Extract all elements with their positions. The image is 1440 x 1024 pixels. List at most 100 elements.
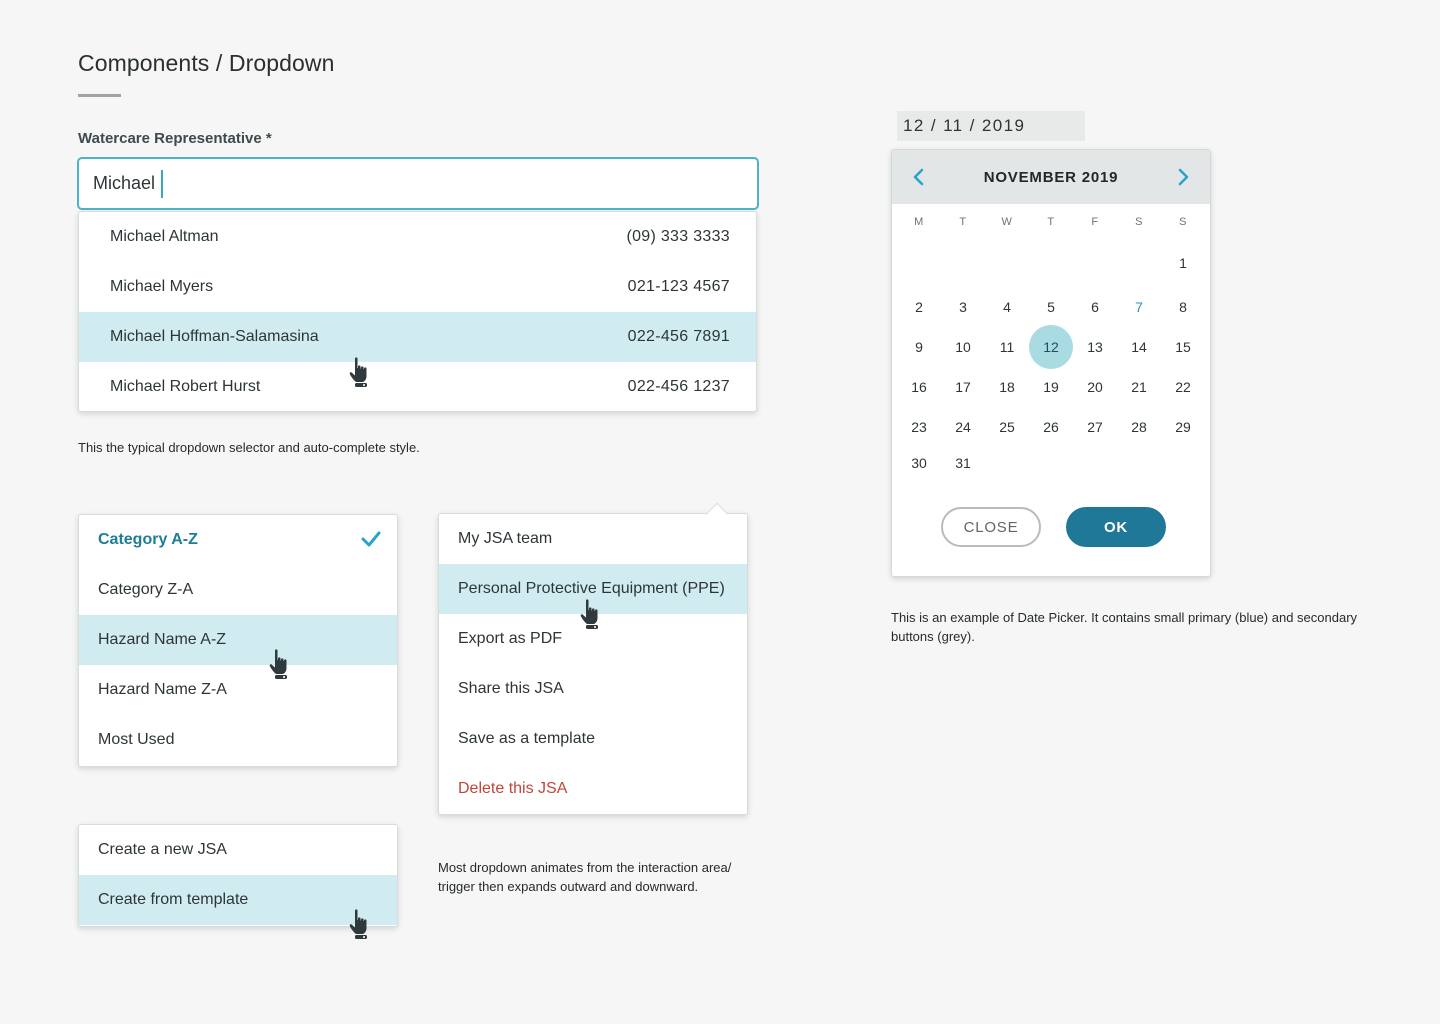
calendar-day[interactable]: 27 bbox=[1073, 405, 1117, 449]
option-name: Michael Myers bbox=[110, 278, 214, 295]
calendar-day[interactable]: 1 bbox=[1161, 241, 1205, 285]
calendar-day[interactable]: 4 bbox=[985, 285, 1029, 329]
jsa-option[interactable]: Save as a template bbox=[439, 714, 747, 764]
weekday-label: T bbox=[1047, 216, 1055, 228]
date-input[interactable]: 12 / 11 / 2019 bbox=[897, 111, 1085, 141]
autocomplete-note: This the typical dropdown selector and a… bbox=[78, 440, 420, 455]
option-label: Category Z-A bbox=[98, 581, 194, 598]
sort-option-selected[interactable]: Category A-Z bbox=[79, 515, 397, 565]
option-name: Michael Robert Hurst bbox=[110, 378, 261, 395]
weekday-label: F bbox=[1091, 216, 1099, 228]
note-line: Most dropdown animates from the interact… bbox=[438, 860, 732, 875]
option-label: Delete this JSA bbox=[458, 780, 568, 797]
date-picker: NOVEMBER 2019 M T W T F S S 1 2 3 4 5 6 7 8 9 10 1… bbox=[891, 149, 1211, 577]
option-label: Personal Protective Equipment (PPE) bbox=[458, 580, 725, 597]
calendar-day[interactable]: 26 bbox=[1029, 405, 1073, 449]
ok-button[interactable]: OK bbox=[1066, 507, 1166, 547]
month-label: NOVEMBER 2019 bbox=[983, 168, 1119, 186]
representative-input-value: Michael bbox=[93, 173, 156, 193]
weekday-label: S bbox=[1179, 216, 1187, 228]
calendar-day[interactable]: 10 bbox=[941, 325, 985, 369]
title-underline bbox=[78, 94, 121, 97]
option-label: Hazard Name Z-A bbox=[98, 681, 227, 698]
sort-option[interactable]: Hazard Name Z-A bbox=[79, 665, 397, 715]
note-line: trigger then expands outward and downwar… bbox=[438, 879, 699, 894]
sort-option[interactable]: Most Used bbox=[79, 715, 397, 765]
calendar-day[interactable]: 17 bbox=[941, 365, 985, 409]
sort-option-hovered[interactable]: Hazard Name A-Z bbox=[79, 615, 397, 665]
hand-pointer-icon bbox=[349, 357, 367, 387]
calendar-day[interactable]: 6 bbox=[1073, 285, 1117, 329]
calendar-day[interactable]: 25 bbox=[985, 405, 1029, 449]
jsa-option[interactable]: Share this JSA bbox=[439, 664, 747, 714]
option-label: Create a new JSA bbox=[98, 841, 227, 858]
option-phone: 021-123 4567 bbox=[627, 278, 730, 295]
sort-dropdown: Category A-Z Category Z-A Hazard Name A-… bbox=[78, 514, 398, 767]
hand-pointer-icon bbox=[580, 599, 598, 629]
calendar-day-selected[interactable]: 12 bbox=[1029, 325, 1073, 369]
note-line: buttons (grey). bbox=[891, 629, 975, 644]
create-option[interactable]: Create a new JSA bbox=[79, 825, 397, 875]
calendar-day[interactable]: 16 bbox=[897, 365, 941, 409]
weekday-label: T bbox=[959, 216, 967, 228]
option-label: My JSA team bbox=[458, 530, 553, 547]
autocomplete-option-hovered[interactable]: Michael Hoffman-Salamasina 022-456 7891 bbox=[79, 312, 756, 362]
autocomplete-dropdown: Michael Altman (09) 333 3333 Michael Mye… bbox=[78, 211, 757, 412]
calendar-day[interactable]: 5 bbox=[1029, 285, 1073, 329]
option-label: Most Used bbox=[98, 731, 175, 748]
calendar-day[interactable]: 29 bbox=[1161, 405, 1205, 449]
jsa-actions-dropdown: My JSA team Personal Protective Equipmen… bbox=[438, 502, 748, 815]
calendar-day[interactable]: 13 bbox=[1073, 325, 1117, 369]
option-phone: 022-456 1237 bbox=[627, 378, 730, 395]
note-line: This is an example of Date Picker. It co… bbox=[891, 610, 1358, 625]
autocomplete-option[interactable]: Michael Altman (09) 333 3333 bbox=[79, 212, 756, 262]
close-button[interactable]: CLOSE bbox=[941, 507, 1041, 547]
chevron-right-icon[interactable] bbox=[1173, 167, 1193, 187]
calendar-day[interactable]: 19 bbox=[1029, 365, 1073, 409]
representative-input[interactable]: Michael bbox=[77, 157, 759, 210]
sort-option[interactable]: Category Z-A bbox=[79, 565, 397, 615]
jsa-option-delete[interactable]: Delete this JSA bbox=[439, 764, 747, 814]
text-caret bbox=[161, 169, 164, 198]
dropdown-animation-note: Most dropdown animates from the interact… bbox=[438, 858, 731, 896]
option-phone: (09) 333 3333 bbox=[626, 228, 730, 245]
calendar-day[interactable]: 20 bbox=[1073, 365, 1117, 409]
calendar-day[interactable]: 9 bbox=[897, 325, 941, 369]
option-phone: 022-456 7891 bbox=[627, 328, 730, 345]
option-label: Share this JSA bbox=[458, 680, 564, 697]
jsa-option[interactable]: My JSA team bbox=[439, 514, 747, 564]
calendar-day[interactable]: 31 bbox=[941, 441, 985, 485]
weekday-label: S bbox=[1135, 216, 1143, 228]
option-label: Create from template bbox=[98, 891, 249, 908]
calendar-day[interactable]: 30 bbox=[897, 441, 941, 485]
calendar-day-today[interactable]: 7 bbox=[1117, 285, 1161, 329]
option-label: Export as PDF bbox=[458, 630, 563, 647]
chevron-left-icon[interactable] bbox=[909, 167, 929, 187]
calendar-day[interactable]: 15 bbox=[1161, 325, 1205, 369]
option-name: Michael Hoffman-Salamasina bbox=[110, 328, 319, 345]
check-icon bbox=[361, 531, 381, 547]
date-picker-note: This is an example of Date Picker. It co… bbox=[891, 608, 1357, 646]
option-label: Save as a template bbox=[458, 730, 595, 747]
calendar-day[interactable]: 11 bbox=[985, 325, 1029, 369]
calendar-day[interactable]: 18 bbox=[985, 365, 1029, 409]
calendar-day[interactable]: 14 bbox=[1117, 325, 1161, 369]
calendar-day[interactable]: 21 bbox=[1117, 365, 1161, 409]
weekday-label: M bbox=[914, 216, 924, 228]
weekday-label: W bbox=[1001, 216, 1013, 228]
autocomplete-option[interactable]: Michael Robert Hurst 022-456 1237 bbox=[79, 362, 756, 411]
option-label: Category A-Z bbox=[98, 531, 198, 548]
autocomplete-option[interactable]: Michael Myers 021-123 4567 bbox=[79, 262, 756, 312]
page-title: Components / Dropdown bbox=[78, 50, 335, 76]
date-picker-header: NOVEMBER 2019 bbox=[892, 150, 1210, 204]
calendar-day[interactable]: 28 bbox=[1117, 405, 1161, 449]
hand-pointer-icon bbox=[349, 909, 367, 939]
calendar-day[interactable]: 22 bbox=[1161, 365, 1205, 409]
calendar-day[interactable]: 2 bbox=[897, 285, 941, 329]
option-label: Hazard Name A-Z bbox=[98, 631, 227, 648]
calendar-day[interactable]: 8 bbox=[1161, 285, 1205, 329]
hand-pointer-icon bbox=[269, 649, 287, 679]
calendar-day[interactable]: 3 bbox=[941, 285, 985, 329]
option-name: Michael Altman bbox=[110, 228, 219, 245]
representative-label: Watercare Representative * bbox=[78, 130, 272, 147]
